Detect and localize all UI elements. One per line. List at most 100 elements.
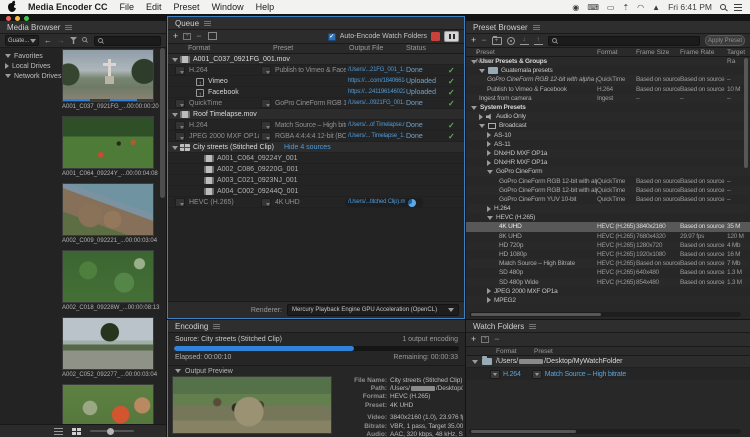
preset-group-row[interactable]: User Presets & Groups [466, 57, 750, 66]
new-preset-group-icon[interactable]: + [492, 37, 502, 45]
vertical-scrollbar[interactable] [744, 58, 748, 309]
export-preset-icon[interactable]: ↑ [534, 37, 543, 45]
collapse-icon[interactable] [172, 146, 178, 150]
add-watch-folder-button[interactable]: + [471, 335, 476, 344]
tab-queue[interactable]: Queue [175, 19, 199, 28]
queue-publish-row[interactable]: ↑ Facebook https://...24119614602283 Upl… [168, 87, 464, 98]
auto-encode-checkbox[interactable]: ✓ [328, 33, 336, 41]
expander-icon[interactable] [5, 74, 11, 78]
panel-menu-icon[interactable] [533, 25, 540, 30]
queue-source-row[interactable]: A001_C037_0921FG_001.mov [168, 54, 464, 65]
tab-media-browser[interactable]: Media Browser [7, 23, 60, 32]
watch-folder-output-row[interactable]: H.264 Match Source – High bitrate [466, 368, 750, 380]
hide-sources-link[interactable]: Hide 4 sources [284, 142, 331, 153]
column-frame-size[interactable]: Frame Size [636, 48, 669, 57]
tree-item-local-drives[interactable]: Local Drives [0, 61, 61, 71]
preset-row[interactable]: GoPro CineForm RGB 12-bit with alpha (Al… [466, 75, 750, 84]
panel-menu-icon[interactable] [204, 21, 211, 26]
expander-icon[interactable] [487, 160, 491, 166]
output-file-link[interactable]: /Users/... Timelapse_1.mxf [348, 131, 405, 142]
apple-menu-icon[interactable] [8, 3, 16, 12]
expander-icon[interactable] [479, 124, 485, 128]
queue-source-row[interactable]: City streets (Stitched Clip) Hide 4 sour… [168, 142, 464, 153]
preset-row[interactable]: GoPro CineForm RGB 12-bit with alpha...Q… [466, 186, 750, 195]
zoom-button[interactable] [24, 16, 29, 21]
preset-group-row[interactable]: AS-10 [466, 131, 750, 140]
preset-row-selected[interactable]: 4K UHDHEVC (H.265)3840x2160Based on sour… [466, 222, 750, 231]
spotlight-icon[interactable] [720, 4, 726, 10]
remove-watch-folder-button[interactable]: − [494, 335, 499, 344]
filter-icon[interactable] [70, 37, 77, 44]
zoom-search-icon[interactable] [82, 37, 89, 44]
pause-queue-button[interactable] [444, 31, 459, 42]
wifi-icon[interactable]: ◠ [637, 3, 644, 12]
menu-help[interactable]: Help [256, 2, 275, 12]
expander-icon[interactable] [487, 132, 491, 138]
collapse-icon[interactable] [175, 369, 181, 373]
menu-file[interactable]: File [120, 2, 135, 12]
queue-subsource-row[interactable]: A001_C064_09224Y_001 [168, 153, 464, 164]
queue-subsource-row[interactable]: A004_C002_09244Q_001 [168, 186, 464, 197]
back-button[interactable]: ← [44, 36, 52, 45]
watch-folder-row[interactable]: /Users//Desktop/MyWatchFolder [466, 356, 750, 368]
preset-row[interactable]: HD 720pHEVC (H.265)1280x720Based on sour… [466, 241, 750, 250]
close-button[interactable] [6, 16, 11, 21]
preset-group-row[interactable]: MPEG2 [466, 296, 750, 305]
preset-group-row[interactable]: JPEG 2000 MXF OP1a [466, 287, 750, 296]
preset-group-row[interactable]: System Presets [466, 103, 750, 112]
column-output-file[interactable]: Output File [349, 44, 383, 54]
preset-settings-icon[interactable] [507, 37, 515, 45]
menu-bar-clock[interactable]: Fri 6:41 PM [668, 2, 712, 12]
expander-icon[interactable] [487, 288, 491, 294]
collapse-icon[interactable] [172, 58, 178, 62]
panel-menu-icon[interactable] [65, 25, 72, 30]
preset-row[interactable]: Ingest from cameraIngest––– [466, 94, 750, 103]
queue-subsource-row[interactable]: A003_C021_0923NJ_001 [168, 175, 464, 186]
preset-group-row[interactable]: HEVC (H.265) [466, 213, 750, 222]
collapse-icon[interactable] [472, 360, 478, 364]
preset-row[interactable]: SD 480p WideHEVC (H.265)854x480Based on … [466, 278, 750, 287]
add-source-button[interactable]: + [173, 32, 178, 41]
horizontal-scrollbar[interactable] [469, 312, 741, 317]
preset-group-row[interactable]: H.264 [466, 204, 750, 213]
column-format[interactable]: Format [188, 44, 210, 54]
expander-icon[interactable] [471, 106, 477, 110]
preset-row[interactable]: SD 480pHEVC (H.265)640x480Based on sourc… [466, 268, 750, 277]
queue-output-row[interactable]: QuickTime GoPro CineForm RGB 12... /User… [168, 98, 464, 109]
delete-preset-button[interactable]: − [481, 36, 486, 45]
preset-dropdown[interactable] [261, 99, 271, 108]
expander-icon[interactable] [487, 297, 491, 303]
format-dropdown[interactable] [175, 132, 185, 141]
preset-dropdown[interactable] [261, 198, 271, 207]
horizontal-scrollbar[interactable] [469, 429, 741, 434]
preset-group-row[interactable]: Guatemala presets [466, 66, 750, 75]
thumbnail-size-slider[interactable] [90, 430, 134, 432]
preset-row[interactable]: 8K UHDHEVC (H.265)7680x432029.97 fps120 … [466, 232, 750, 241]
preset-search-input[interactable] [548, 36, 700, 46]
menu-preset[interactable]: Preset [174, 2, 200, 12]
location-dropdown[interactable]: Guate... [5, 35, 39, 46]
display-icon[interactable]: ▭ [607, 3, 615, 12]
expander-icon[interactable] [5, 54, 11, 58]
media-search-input[interactable] [94, 36, 161, 46]
renderer-select[interactable]: Mercury Playback Engine GPU Acceleration… [287, 304, 459, 316]
import-preset-icon[interactable]: ↓ [520, 37, 529, 45]
list-view-icon[interactable] [54, 428, 63, 435]
expander-icon[interactable] [487, 216, 493, 220]
apply-preset-button[interactable]: Apply Preset [705, 35, 745, 46]
preset-dropdown[interactable] [261, 121, 271, 130]
expander-icon[interactable] [487, 170, 493, 174]
clip-thumbnail[interactable]: A002_C009_092221_...00:00:03:04 [62, 183, 154, 245]
format-dropdown[interactable] [175, 198, 185, 207]
tab-encoding[interactable]: Encoding [175, 322, 208, 331]
preset-group-row[interactable]: DNxHD MXF OP1a [466, 149, 750, 158]
tab-preset-browser[interactable]: Preset Browser [473, 23, 528, 32]
media-scrollbar[interactable] [160, 48, 165, 424]
output-file-link[interactable]: /Users/...titched Clip).mp4 [348, 197, 405, 208]
column-status[interactable]: Status [406, 44, 426, 54]
format-dropdown[interactable] [490, 370, 500, 379]
column-frame-rate[interactable]: Frame Rate [680, 48, 714, 57]
output-file-link[interactable]: /Users/...0921FG_001.mov [348, 98, 405, 109]
preset-group-row[interactable]: AS-11 [466, 140, 750, 149]
preset-group-row[interactable]: Broadcast [466, 121, 750, 130]
